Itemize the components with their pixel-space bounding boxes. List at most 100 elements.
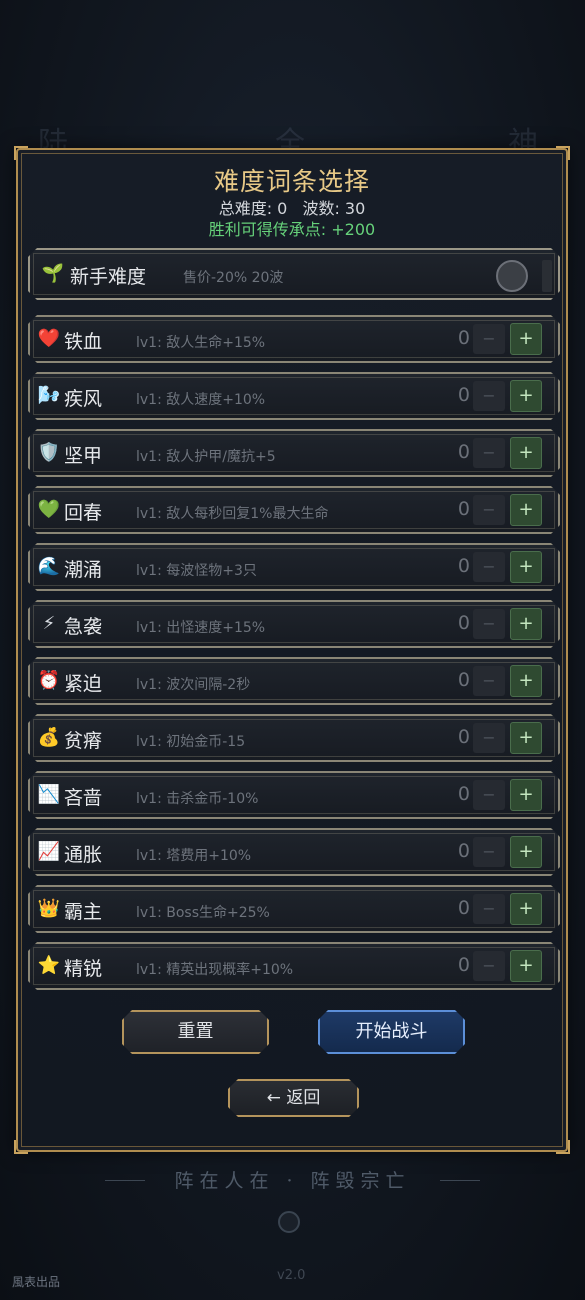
modifier-row: 💚 回春 lv1: 敌人每秒回复1%最大生命 0− + <box>28 486 560 534</box>
chart-up-icon: 📈 <box>37 841 61 862</box>
modifier-name: 通胀 <box>64 844 103 866</box>
decrease-button[interactable]: − <box>473 894 505 924</box>
modifier-desc: lv1: 精英出现概率+10% <box>136 962 294 978</box>
modifier-level: 0 <box>457 612 470 634</box>
modifier-name: 霸主 <box>64 901 103 923</box>
modifier-row: 🌬️ 疾风 lv1: 敌人速度+10% 0− + <box>28 372 560 420</box>
increase-button[interactable]: + <box>510 836 542 868</box>
modifier-row: ⚡ 急袭 lv1: 出怪速度+15% 0− + <box>28 600 560 648</box>
money-bag-icon: 💰 <box>37 727 61 748</box>
reset-button[interactable]: 重置 <box>122 1010 269 1054</box>
increase-button[interactable]: + <box>510 551 542 583</box>
chart-down-icon: 📉 <box>37 784 61 805</box>
modifier-row: 📈 通胀 lv1: 塔费用+10% 0− + <box>28 828 560 876</box>
modifier-level: 0 <box>457 954 470 976</box>
increase-button[interactable]: + <box>510 950 542 982</box>
reward-text: 胜利可得传承点: +200 <box>208 220 376 239</box>
studio-credit: 風表出品 <box>12 1275 61 1289</box>
decrease-button[interactable]: − <box>473 666 505 696</box>
increase-button[interactable]: + <box>510 437 542 469</box>
modifier-desc: lv1: 敌人速度+10% <box>136 392 266 408</box>
increase-button[interactable]: + <box>510 323 542 355</box>
modifier-row: 💰 贫瘠 lv1: 初始金币-15 0− + <box>28 714 560 762</box>
decrease-button[interactable]: − <box>473 723 505 753</box>
modifier-level: 0 <box>457 840 470 862</box>
modifier-level: 0 <box>457 897 470 919</box>
modifier-level: 0 <box>457 327 470 349</box>
modifier-level: 0 <box>457 441 470 463</box>
modifier-name: 疾风 <box>64 388 103 410</box>
decrease-button[interactable]: − <box>473 609 505 639</box>
version-label: v2.0 <box>277 1268 306 1283</box>
increase-button[interactable]: + <box>510 608 542 640</box>
seedling-icon: 🌱 <box>41 263 65 284</box>
modifier-level: 0 <box>457 783 470 805</box>
decrease-button[interactable]: − <box>473 324 505 354</box>
increase-button[interactable]: + <box>510 494 542 526</box>
footer-slogan: 阵在人在 · 阵毁宗亡 <box>174 1170 411 1192</box>
increase-button[interactable]: + <box>510 722 542 754</box>
modifier-desc: lv1: 敌人护甲/魔抗+5 <box>136 449 276 465</box>
modifier-level: 0 <box>457 498 470 520</box>
increase-button[interactable]: + <box>510 893 542 925</box>
modifier-desc: lv1: 波次间隔-2秒 <box>136 677 251 693</box>
modifier-desc: lv1: 敌人生命+15% <box>136 335 266 351</box>
modifier-row: 📉 吝啬 lv1: 击杀金币-10% 0− + <box>28 771 560 819</box>
panel-corner <box>556 1140 570 1154</box>
heart-icon: ❤️ <box>37 328 61 349</box>
panel-title: 难度词条选择 <box>213 167 370 196</box>
modifier-level: 0 <box>457 726 470 748</box>
novice-toggle[interactable] <box>496 260 528 292</box>
novice-desc: 售价-20% 20波 <box>183 270 284 286</box>
modifier-level: 0 <box>457 669 470 691</box>
modifier-name: 精锐 <box>64 958 103 980</box>
decrease-button[interactable]: − <box>473 837 505 867</box>
crown-icon: 👑 <box>37 898 61 919</box>
modifier-desc: lv1: 塔费用+10% <box>136 848 252 864</box>
novice-label: 新手难度 <box>70 266 147 288</box>
shield-icon: 🛡️ <box>37 442 61 463</box>
decrease-button[interactable]: − <box>473 495 505 525</box>
modifier-row: ⭐ 精锐 lv1: 精英出现概率+10% 0− + <box>28 942 560 990</box>
modifier-name: 急袭 <box>64 616 103 638</box>
novice-toggle-track <box>542 260 552 292</box>
panel-corner <box>14 1140 28 1154</box>
modifier-row: ❤️ 铁血 lv1: 敌人生命+15% 0− + <box>28 315 560 363</box>
novice-difficulty-row: 🌱 新手难度 售价-20% 20波 <box>28 248 560 300</box>
modifier-name: 潮涌 <box>64 559 103 581</box>
modifier-name: 铁血 <box>64 331 103 353</box>
decrease-button[interactable]: − <box>473 552 505 582</box>
increase-button[interactable]: + <box>510 665 542 697</box>
modifier-name: 贫瘠 <box>64 730 103 752</box>
increase-button[interactable]: + <box>510 380 542 412</box>
decrease-button[interactable]: − <box>473 951 505 981</box>
difficulty-panel: 难度词条选择 总难度: 0 波数: 30 胜利可得传承点: +200 🌱 新手难… <box>14 146 570 1154</box>
green-heart-icon: 💚 <box>37 499 61 520</box>
wind-icon: 🌬️ <box>37 385 61 406</box>
alarm-clock-icon: ⏰ <box>37 670 61 691</box>
decrease-button[interactable]: − <box>473 438 505 468</box>
modifier-name: 紧迫 <box>64 673 103 695</box>
modifier-desc: lv1: Boss生命+25% <box>136 905 270 921</box>
modifier-desc: lv1: 出怪速度+15% <box>136 620 266 636</box>
seal-emblem <box>278 1211 300 1233</box>
start-battle-button[interactable]: 开始战斗 <box>318 1010 465 1054</box>
lightning-icon: ⚡ <box>42 613 56 634</box>
modifier-row: 🌊 潮涌 lv1: 每波怪物+3只 0− + <box>28 543 560 591</box>
modifier-desc: lv1: 每波怪物+3只 <box>136 563 257 579</box>
decrease-button[interactable]: − <box>473 780 505 810</box>
increase-button[interactable]: + <box>510 779 542 811</box>
panel-corner <box>14 146 28 160</box>
modifier-row: 🛡️ 坚甲 lv1: 敌人护甲/魔抗+5 0− + <box>28 429 560 477</box>
back-button[interactable]: ← 返回 <box>228 1079 359 1117</box>
modifier-name: 坚甲 <box>64 445 103 467</box>
panel-corner <box>556 146 570 160</box>
modifier-level: 0 <box>457 384 470 406</box>
modifier-row: ⏰ 紧迫 lv1: 波次间隔-2秒 0− + <box>28 657 560 705</box>
modifier-row: 👑 霸主 lv1: Boss生命+25% 0− + <box>28 885 560 933</box>
modifier-level: 0 <box>457 555 470 577</box>
modifier-desc: lv1: 初始金币-15 <box>136 734 246 750</box>
wave-icon: 🌊 <box>37 556 61 577</box>
decrease-button[interactable]: − <box>473 381 505 411</box>
modifier-name: 吝啬 <box>64 787 103 809</box>
